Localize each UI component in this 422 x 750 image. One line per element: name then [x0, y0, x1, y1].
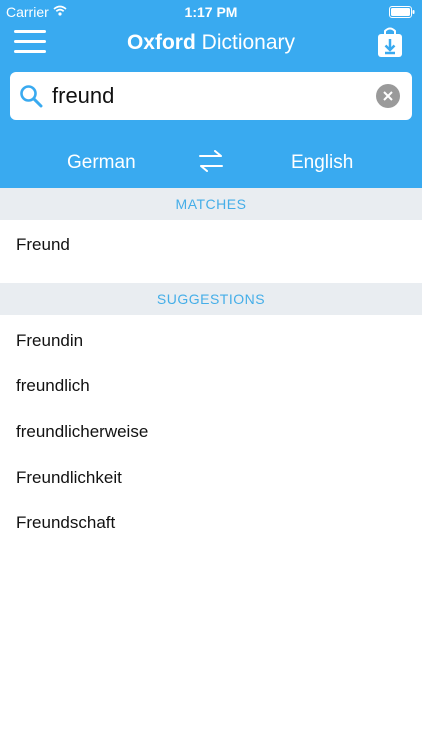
suggestion-item-freundlich[interactable]: freundlich: [16, 376, 90, 396]
suggestion-item-freundlichkeit[interactable]: Freundlichkeit: [16, 468, 122, 488]
suggestion-item-freundschaft[interactable]: Freundschaft: [16, 513, 115, 533]
suggestion-item-freundin[interactable]: Freundin: [16, 331, 83, 351]
app-title-bold: Oxford: [126, 31, 196, 54]
search-box: [10, 72, 412, 120]
source-language-button[interactable]: German: [67, 152, 136, 174]
swap-arrows-icon[interactable]: [198, 150, 224, 177]
header-bar: Carrier 1:17 PM Oxford Dictionary freund…: [0, 0, 422, 188]
clear-icon[interactable]: [376, 84, 400, 113]
status-time: 1:17 PM: [184, 4, 238, 20]
target-language-button[interactable]: English: [291, 152, 353, 174]
battery-icon: [389, 5, 415, 21]
suggestion-item-freundlicherweise[interactable]: freundlicherweise: [16, 422, 148, 442]
download-bag-icon[interactable]: [377, 26, 403, 63]
search-icon: [19, 84, 43, 113]
match-item-freund[interactable]: Freund: [16, 235, 70, 255]
suggestions-section-header: SUGGESTIONS: [0, 283, 422, 315]
matches-section-header: MATCHES: [0, 188, 422, 220]
status-bar: Carrier 1:17 PM: [0, 0, 422, 22]
search-input[interactable]: [52, 80, 370, 112]
app-title: Oxford Dictionary: [0, 31, 422, 55]
app-title-rest: Dictionary: [195, 31, 296, 54]
